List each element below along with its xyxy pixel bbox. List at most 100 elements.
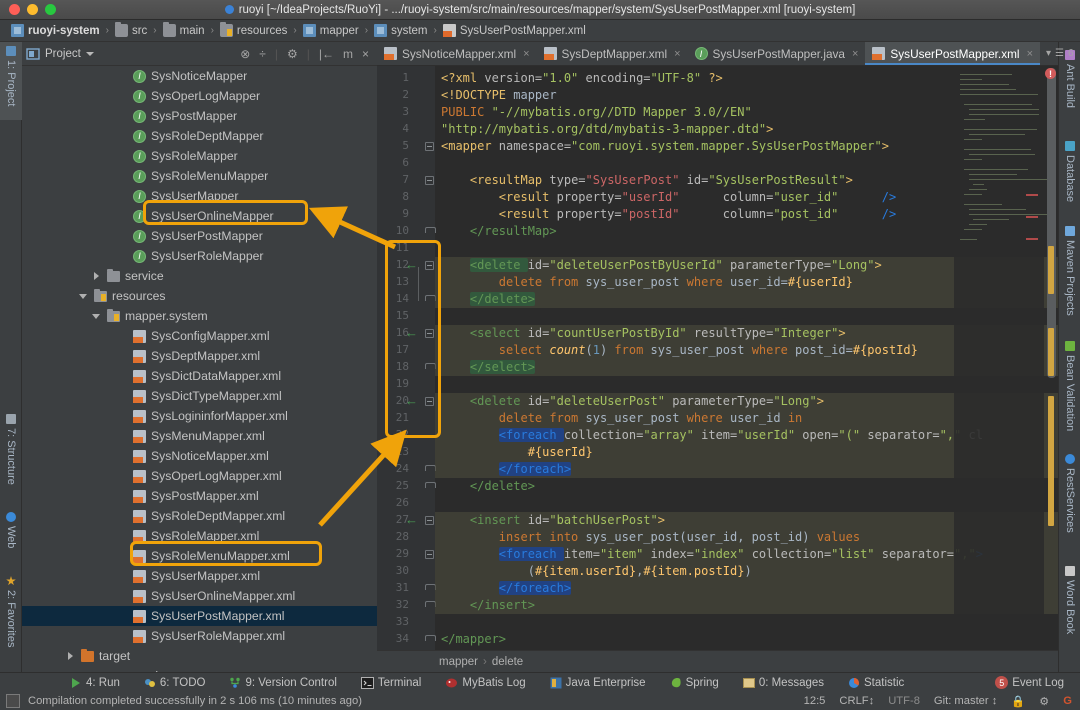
project-tree[interactable]: ISysNoticeMapperISysOperLogMapperISysPos… (22, 66, 377, 672)
code-line[interactable]: </resultMap> (435, 223, 557, 240)
bottom-tool-bar[interactable]: 4: Run 6: TODO 9: Version Control Termin… (0, 672, 1080, 692)
tab-sysuserpostmapper-java[interactable]: I SysUserPostMapper.java × (688, 42, 866, 65)
editor-gutter[interactable]: 123456789101112←13141516←17181920←212223… (377, 66, 435, 650)
navigation-bar[interactable]: ruoyi-system › src › main › resources › … (0, 20, 1080, 42)
background-tasks-icon[interactable] (6, 694, 20, 708)
sidebar-item-database[interactable]: Database (1059, 137, 1080, 212)
tool-button-todo[interactable]: 6: TODO (132, 677, 218, 689)
code-line[interactable]: </mapper> (435, 631, 506, 648)
tool-button-spring[interactable]: Spring (658, 677, 731, 689)
code-line[interactable]: <resultMap type="SysUserPost" id="SysUse… (435, 172, 853, 189)
code-line[interactable] (435, 376, 441, 393)
sidebar-item-maven-projects[interactable]: Maven Projects (1059, 222, 1080, 324)
code-line[interactable]: <foreach item="item" index="index" colle… (435, 546, 983, 563)
tree-item-syslogininformapper-xml[interactable]: SysLogininforMapper.xml (22, 406, 377, 426)
code-line[interactable] (435, 495, 441, 512)
fold-toggle-icon[interactable] (425, 329, 435, 339)
tree-item-sysrolemenumapper[interactable]: ISysRoleMenuMapper (22, 166, 377, 186)
code-line[interactable]: PUBLIC "-//mybatis.org//DTD Mapper 3.0//… (435, 104, 752, 121)
tree-item-service[interactable]: service (22, 266, 377, 286)
tree-toggle-icon[interactable] (118, 531, 128, 541)
code-line[interactable]: </delete> (435, 291, 535, 308)
tree-item-sysoperlogmapper[interactable]: ISysOperLogMapper (22, 86, 377, 106)
tab-sysnoticemapper-xml[interactable]: SysNoticeMapper.xml × (377, 42, 537, 65)
tree-toggle-icon[interactable] (118, 611, 128, 621)
code-line[interactable]: </insert> (435, 597, 535, 614)
tree-item-sysrolemapper-xml[interactable]: SysRoleMapper.xml (22, 526, 377, 546)
tree-item-sysusermapper[interactable]: ISysUserMapper (22, 186, 377, 206)
code-line[interactable]: "http://mybatis.org/dtd/mybatis-3-mapper… (435, 121, 773, 138)
gutter-navigate-icon[interactable]: ← (405, 326, 418, 339)
tree-item-sysmenumapper-xml[interactable]: SysMenuMapper.xml (22, 426, 377, 446)
warning-stripe-mark[interactable] (1048, 246, 1054, 294)
tree-item-sysusermapper-xml[interactable]: SysUserMapper.xml (22, 566, 377, 586)
code-line[interactable] (435, 155, 441, 172)
error-badge[interactable]: ! (1045, 68, 1056, 79)
tree-item-mapper-system[interactable]: mapper.system (22, 306, 377, 326)
tool-button-java-enterprise[interactable]: Java Enterprise (538, 677, 658, 689)
tree-toggle-icon[interactable] (118, 491, 128, 501)
tool-button-mybatis-log[interactable]: MyBatis Log (433, 677, 537, 689)
gradle-icon[interactable]: G (1063, 695, 1072, 707)
breadcrumb-file[interactable]: SysUserPostMapper.xml (438, 24, 591, 37)
code-line[interactable]: </select> (435, 359, 535, 376)
tool-button-statistic[interactable]: Statistic (836, 677, 916, 689)
settings-icon[interactable]: ⚙ (287, 47, 298, 61)
fold-toggle-icon[interactable] (425, 584, 435, 594)
tree-toggle-icon[interactable] (118, 211, 128, 221)
tree-toggle-icon[interactable] (118, 451, 128, 461)
tree-item-sysuserpostmapper[interactable]: ISysUserPostMapper (22, 226, 377, 246)
code-line[interactable]: <result property="userId" column="user_i… (435, 189, 896, 206)
sidebar-item-project[interactable]: 1: Project (0, 42, 22, 120)
code-line[interactable]: <delete id="deleteUserPostByUserId" para… (435, 257, 882, 274)
code-line[interactable]: <foreach collection="array" item="userId… (435, 427, 983, 444)
tree-item-sysroledeptmapper[interactable]: ISysRoleDeptMapper (22, 126, 377, 146)
code-line[interactable]: select count(1) from sys_user_post where… (435, 342, 918, 359)
error-stripe-mark[interactable] (1026, 194, 1038, 196)
tree-item-sysuserpostmapper-xml[interactable]: SysUserPostMapper.xml (22, 606, 377, 626)
code-line[interactable] (435, 240, 441, 257)
editor-breadcrumb-delete[interactable]: delete (492, 656, 523, 668)
tree-toggle-icon[interactable] (118, 171, 128, 181)
tree-item-sysconfigmapper-xml[interactable]: SysConfigMapper.xml (22, 326, 377, 346)
event-log-button[interactable]: 5 Event Log (983, 676, 1080, 689)
tree-toggle-icon[interactable] (118, 571, 128, 581)
right-tool-strip[interactable]: Ant Build Database Maven Projects Bean V… (1058, 42, 1080, 672)
chevron-down-icon[interactable] (86, 52, 94, 56)
tree-item-sysnoticemapper[interactable]: ISysNoticeMapper (22, 66, 377, 86)
fold-toggle-icon[interactable] (425, 516, 435, 526)
tree-toggle-icon[interactable] (118, 371, 128, 381)
tree-item-sysdicttypemapper-xml[interactable]: SysDictTypeMapper.xml (22, 386, 377, 406)
tree-toggle-icon[interactable] (92, 311, 102, 321)
project-panel-buttons[interactable]: ⊗ ÷ | ⚙ | |← m × (240, 47, 373, 61)
editor-breadcrumb[interactable]: mapper › delete (377, 650, 1058, 672)
tab-list-icon[interactable]: ☰ (1055, 48, 1064, 59)
tree-item-resources[interactable]: resources (22, 286, 377, 306)
status-bar-right[interactable]: 12:5 CRLF↕ UTF-8 Git: master ↕ 🔒 ⚙ G (804, 695, 1080, 708)
code-line[interactable]: #{userId} (435, 444, 593, 461)
tree-item-target[interactable]: target (22, 646, 377, 666)
code-line[interactable]: </foreach> (435, 461, 571, 478)
scroll-from-source-icon[interactable]: |← (319, 47, 334, 61)
tree-toggle-icon[interactable] (118, 391, 128, 401)
tree-toggle-icon[interactable] (118, 431, 128, 441)
fold-toggle-icon[interactable] (425, 261, 435, 271)
tree-item-sysrolemapper[interactable]: ISysRoleMapper (22, 146, 377, 166)
tree-toggle-icon[interactable] (79, 291, 89, 301)
tree-item-sysuseronlinemapper[interactable]: ISysUserOnlineMapper (22, 206, 377, 226)
tool-button-messages[interactable]: 0: Messages (731, 677, 836, 689)
code-line[interactable]: delete from sys_user_post where user_id=… (435, 274, 853, 291)
tree-item-sysdictdatamapper-xml[interactable]: SysDictDataMapper.xml (22, 366, 377, 386)
fold-toggle-icon[interactable] (425, 482, 435, 492)
code-editor[interactable]: 123456789101112←13141516←17181920←212223… (377, 66, 1058, 650)
sidebar-item-bean-validation[interactable]: Bean Validation (1059, 337, 1080, 437)
breadcrumb-system[interactable]: system (369, 24, 432, 37)
tree-toggle-icon[interactable] (118, 111, 128, 121)
chevron-down-icon[interactable]: ▾ (1046, 48, 1051, 59)
tool-button-terminal[interactable]: Terminal (349, 677, 433, 689)
code-line[interactable]: <!DOCTYPE mapper (435, 87, 557, 104)
code-line[interactable]: <insert id="batchUserPost"> (435, 512, 665, 529)
fold-toggle-icon[interactable] (425, 550, 435, 560)
tab-sysuserpostmapper-xml[interactable]: SysUserPostMapper.xml × (865, 42, 1040, 65)
close-icon[interactable]: × (523, 48, 529, 60)
